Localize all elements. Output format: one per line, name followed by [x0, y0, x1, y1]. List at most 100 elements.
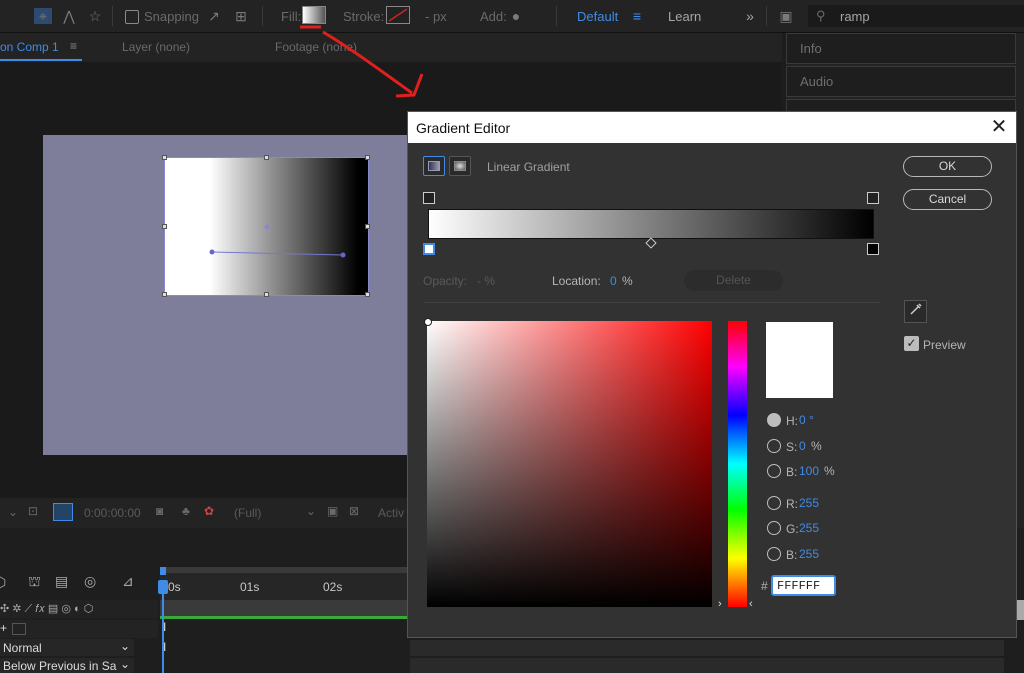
blend-mode-select[interactable]: Normal ⌄ — [0, 639, 134, 656]
workspace-menu-icon[interactable]: ≡ — [628, 8, 646, 24]
snapshot-icon[interactable]: ◙ — [156, 504, 163, 518]
brightness-radio[interactable] — [767, 464, 781, 478]
scrollbar-thumb[interactable] — [1016, 600, 1024, 620]
ok-button[interactable]: OK — [903, 156, 992, 177]
divider — [112, 6, 113, 26]
panel-menu-icon[interactable]: ≡ — [70, 39, 77, 53]
panel-toggle-icon[interactable]: ▣ — [775, 8, 797, 24]
panel-audio[interactable]: Audio — [786, 66, 1016, 97]
hue-slider[interactable] — [728, 321, 747, 607]
blue-value[interactable]: 255 — [799, 547, 819, 561]
layer-row-controls: + — [0, 620, 158, 638]
layer-track[interactable] — [410, 640, 1004, 656]
toggle-box[interactable] — [12, 623, 26, 635]
timecode-display[interactable]: 0:00:00:00 — [84, 506, 141, 520]
s-value[interactable]: 0 — [799, 439, 806, 453]
chevron-down-icon[interactable]: ⌄ — [8, 505, 18, 519]
snap-grid-icon[interactable]: ⊞ — [232, 8, 250, 24]
work-area-start[interactable] — [160, 567, 166, 575]
hue-slider-handle[interactable]: ‹ — [749, 598, 753, 610]
no-stroke-icon — [388, 8, 408, 22]
path-tool-icon[interactable]: ⋀ — [60, 8, 78, 24]
h-value[interactable]: 0 ° — [799, 413, 814, 427]
motion-blur-icon[interactable]: ◎ — [84, 573, 96, 590]
blue-radio[interactable] — [767, 547, 781, 561]
r-label: R: — [786, 497, 798, 511]
tab-footage[interactable]: Footage (none) — [275, 40, 357, 54]
cancel-button[interactable]: Cancel — [903, 189, 992, 210]
region-toggle-icon[interactable] — [53, 503, 73, 521]
show-snapshot-icon[interactable]: ♣ — [182, 504, 190, 518]
tab-layer[interactable]: Layer (none) — [122, 40, 190, 54]
color-picker-cursor[interactable] — [424, 318, 432, 326]
3d-layer-icon[interactable]: ⬡ — [0, 574, 6, 591]
grid-toggle-icon[interactable]: ⊡ — [28, 504, 38, 518]
active-camera-select[interactable]: Activ — [378, 506, 404, 520]
fill-swatch[interactable] — [302, 6, 326, 24]
snapping-checkbox[interactable] — [125, 10, 139, 24]
work-area-bar[interactable] — [160, 567, 410, 573]
stroke-swatch[interactable] — [386, 6, 410, 24]
chevron-down-icon[interactable]: ⌄ — [306, 504, 316, 518]
timeline-ruler[interactable]: 0s 01s 02s — [160, 570, 410, 600]
saturation-brightness-field[interactable] — [424, 318, 712, 607]
r-value[interactable]: 255 — [799, 496, 819, 510]
color-channels-icon[interactable]: ✿ — [204, 504, 214, 518]
text-cursor-icon: I — [163, 620, 167, 634]
resolution-select[interactable]: (Full) — [234, 506, 261, 520]
search-box[interactable]: ⚲ ramp — [808, 5, 1024, 27]
red-radio[interactable] — [767, 496, 781, 510]
hue-radio[interactable] — [767, 413, 781, 427]
panel-info[interactable]: Info — [786, 33, 1016, 64]
hex-color-input[interactable]: FFFFFF — [771, 575, 836, 596]
delete-stop-button[interactable]: Delete — [684, 270, 783, 291]
g-value[interactable]: 255 — [799, 521, 819, 535]
add-button-icon[interactable]: ● — [507, 8, 525, 24]
star-tool-icon[interactable]: ☆ — [86, 8, 104, 24]
color-stop[interactable] — [867, 243, 879, 255]
tab-composition[interactable]: on Comp 1 — [0, 40, 59, 54]
opacity-stop[interactable] — [867, 192, 879, 204]
b-value[interactable]: 100 — [799, 464, 819, 478]
preview-checkbox[interactable]: ✓ — [904, 336, 919, 351]
stroke-width-value[interactable]: - px — [425, 9, 447, 24]
eyedropper-icon[interactable] — [904, 300, 927, 323]
align-tool-icon[interactable]: ⌖ — [34, 8, 52, 24]
active-tab-underline — [0, 59, 82, 61]
b-label: B: — [786, 465, 798, 479]
graph-editor-icon[interactable]: ⊿ — [122, 573, 134, 590]
layers-icon[interactable]: ▤ — [55, 573, 68, 590]
playhead[interactable] — [158, 580, 168, 594]
opacity-stop[interactable] — [423, 192, 435, 204]
gradient-preview-bar[interactable] — [428, 209, 874, 239]
switch-icons: ✣ ✲ ⟋ 𝑓𝑥 ▤ ◎ ◐ ⬡ — [0, 603, 94, 615]
saturation-radio[interactable] — [767, 439, 781, 453]
workspace-default-tab[interactable]: Default — [577, 9, 618, 24]
region-of-interest-icon[interactable]: ▣ — [327, 504, 338, 518]
track-matte-select[interactable]: Below Previous in Sa ⌄ — [0, 657, 134, 673]
g-label: G: — [786, 522, 799, 536]
top-toolbar: ⌖ ⋀ ☆ Snapping ↗ ⊞ Fill: Stroke: - px Ad… — [0, 0, 1024, 33]
gradient-direction-line[interactable] — [165, 158, 368, 295]
search-input[interactable]: ramp — [840, 9, 870, 24]
gradient-type-label: Linear Gradient — [487, 160, 570, 174]
green-radio[interactable] — [767, 521, 781, 535]
dialog-titlebar[interactable]: Gradient Editor — [408, 112, 1016, 143]
add-property-icon[interactable]: + — [0, 621, 7, 635]
draft-3d-icon[interactable]: ⛫ — [28, 573, 41, 592]
divider — [423, 302, 880, 303]
linear-gradient-button[interactable] — [423, 156, 445, 176]
layer-track[interactable] — [410, 658, 1004, 673]
layer-duration-bar[interactable] — [160, 600, 410, 616]
opacity-value[interactable]: - % — [477, 274, 495, 288]
gradient-shape-layer[interactable] — [162, 155, 370, 297]
color-stop-selected[interactable] — [423, 243, 435, 255]
location-value[interactable]: 0 — [610, 274, 617, 288]
transparency-grid-icon[interactable]: ⊠ — [349, 504, 359, 518]
fill-label: Fill: — [281, 9, 302, 24]
snap-edges-icon[interactable]: ↗ — [205, 8, 223, 24]
workspace-overflow-icon[interactable]: » — [741, 8, 759, 24]
workspace-learn-tab[interactable]: Learn — [668, 9, 701, 24]
radial-gradient-button[interactable] — [449, 156, 471, 176]
close-icon[interactable]: ✕ — [988, 116, 1010, 138]
